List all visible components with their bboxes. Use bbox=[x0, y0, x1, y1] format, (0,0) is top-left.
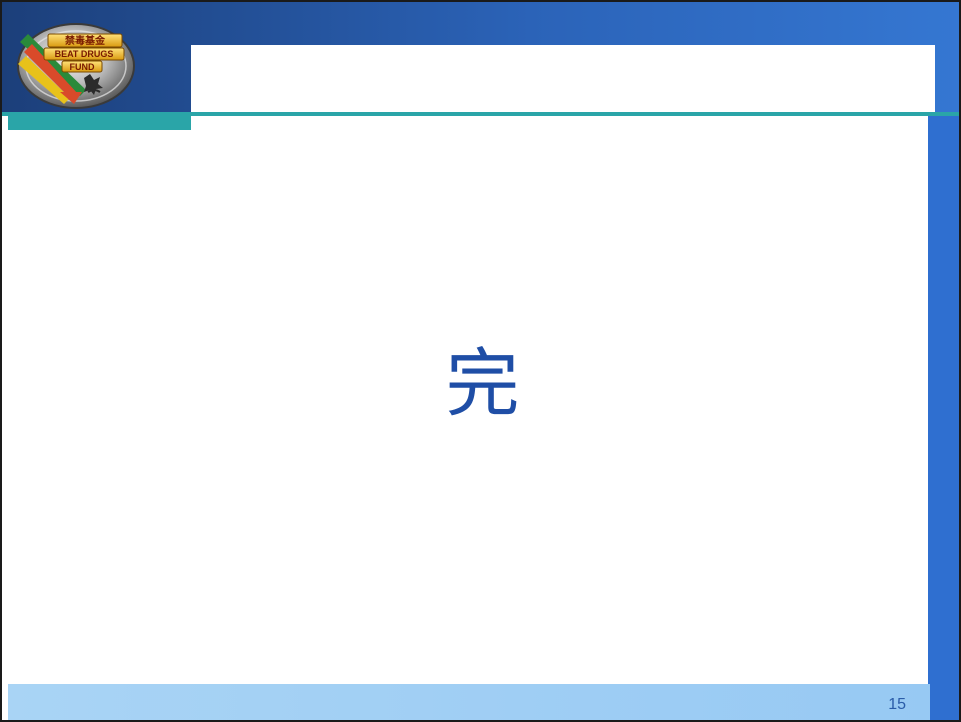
beat-drugs-fund-logo-graphic: 禁毒基金 BEAT DRUGS FUND bbox=[17, 23, 135, 109]
page-number: 15 bbox=[888, 696, 906, 713]
logo-text-chinese: 禁毒基金 bbox=[64, 34, 106, 47]
title-area bbox=[191, 45, 935, 112]
footer-bar: 15 bbox=[8, 684, 930, 720]
beat-drugs-fund-logo: 禁毒基金 BEAT DRUGS FUND bbox=[10, 12, 136, 110]
teal-divider-block bbox=[8, 112, 191, 130]
logo-text-beat-drugs: BEAT DRUGS bbox=[55, 49, 114, 59]
slide-body-text: 完 bbox=[445, 341, 520, 427]
slide: 禁毒基金 BEAT DRUGS FUND 完 15 bbox=[0, 0, 961, 722]
logo-text-fund: FUND bbox=[70, 62, 95, 72]
